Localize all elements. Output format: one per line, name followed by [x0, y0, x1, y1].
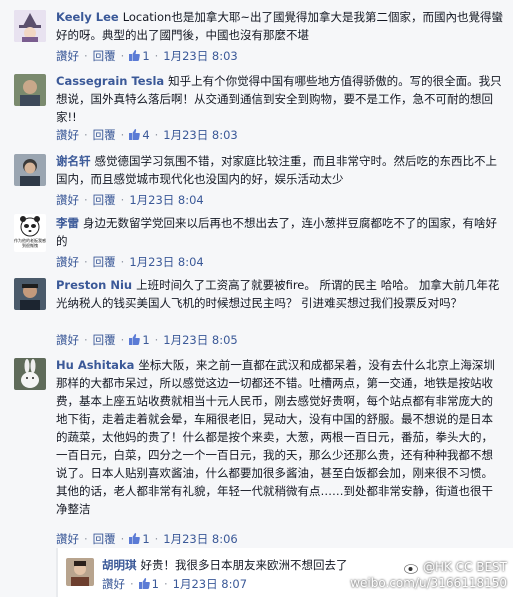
- comment-author[interactable]: Cassegrain Tesla: [56, 74, 164, 88]
- comment-item: Hu Ashitaka 坐标大阪，来之前一直都在武汉和成都呆着，没有去什么北京上海…: [0, 354, 513, 548]
- like-button[interactable]: 讚好: [102, 577, 125, 591]
- avatar[interactable]: [14, 278, 46, 310]
- like-count[interactable]: 1: [129, 333, 150, 347]
- comment-item: Cassegrain Tesla 知乎上有个你觉得中国有哪些地方值得骄傲的。写的很…: [0, 70, 513, 150]
- like-button[interactable]: 讚好: [56, 193, 79, 207]
- reply-timestamp[interactable]: 1月23日 8:07: [173, 577, 247, 591]
- avatar[interactable]: [14, 10, 46, 42]
- comment-author[interactable]: Hu Ashitaka: [56, 358, 134, 372]
- comment-meta: 讚好 · 回覆 · 1月23日 8:04: [56, 193, 204, 207]
- comment-timestamp[interactable]: 1月23日 8:04: [129, 193, 203, 207]
- person-photo-icon: [14, 154, 46, 186]
- comment-timestamp[interactable]: 1月23日 8:04: [129, 255, 203, 269]
- reply-author[interactable]: 胡明琪: [102, 558, 137, 572]
- reply-button[interactable]: 回覆: [93, 193, 116, 207]
- weibo-logo-icon: [404, 561, 420, 574]
- avatar[interactable]: [14, 358, 46, 390]
- comment-text: 感觉德国学习氛围不错，对家庭比较注重，而且非常守时。然后吃的东西比不上国内，而且…: [56, 154, 497, 186]
- watermark-url: weibo.com/u/3166118150: [350, 576, 507, 590]
- avatar[interactable]: [14, 154, 46, 186]
- comment-meta: 讚好 · 回覆 · 1 · 1月23日 8:06: [56, 532, 238, 546]
- person-photo-icon: [66, 558, 94, 586]
- comment-text: 坐标大阪，来之前一直都在武汉和成都呆着，没有去什么北京上海深圳那样的大都市呆过，…: [56, 358, 495, 516]
- comment-text: Location也是加拿大耶~出了國覺得加拿大是我第二個家，而國內也覺得蠻好的呀…: [56, 10, 503, 42]
- thumbs-up-icon: [129, 50, 141, 61]
- witch-avatar-icon: [14, 10, 46, 42]
- comment-item: Keely Lee Location也是加拿大耶~出了國覺得加拿大是我第二個家，而…: [0, 6, 513, 70]
- reply-button[interactable]: 回覆: [93, 128, 116, 142]
- thumbs-up-icon: [129, 533, 141, 544]
- reply-button[interactable]: 回覆: [93, 532, 116, 546]
- like-count[interactable]: 1: [129, 532, 150, 546]
- comment-author[interactable]: Preston Niu: [56, 278, 132, 292]
- comment-author[interactable]: 谢名轩: [56, 154, 91, 168]
- reply-meta: 讚好 · 1 · 1月23日 8:07: [102, 577, 248, 591]
- like-count[interactable]: 1: [138, 577, 159, 591]
- person-photo-icon: [14, 278, 46, 310]
- comment-author[interactable]: 李雷: [56, 216, 79, 230]
- rabbit-avatar-icon: [14, 358, 46, 390]
- avatar[interactable]: 作为他的老板我感到很惭愧: [14, 214, 46, 252]
- avatar[interactable]: [66, 558, 94, 586]
- comment-item: Preston Niu 上班时间久了工资高了就要被fire。 所谓的民主 哈哈。 …: [0, 274, 513, 354]
- comment-meta: 讚好 · 回覆 · 4 · 1月23日 8:03: [56, 128, 238, 142]
- like-button[interactable]: 讚好: [56, 532, 79, 546]
- watermark-handle: @HK CC BEST: [422, 560, 507, 574]
- reply-text: 好贵！我很多日本朋友来欧洲不想回去了: [140, 558, 348, 572]
- weibo-watermark: @HK CC BEST weibo.com/u/3166118150: [350, 559, 507, 591]
- comment-timestamp[interactable]: 1月23日 8:03: [163, 49, 237, 63]
- thumbs-up-icon: [129, 129, 141, 140]
- person-photo-icon: [14, 74, 46, 106]
- avatar-caption: 作为他的老板我感到很惭愧: [14, 238, 46, 248]
- reply-button[interactable]: 回覆: [93, 49, 116, 63]
- avatar[interactable]: [14, 74, 46, 106]
- like-button[interactable]: 讚好: [56, 255, 79, 269]
- comment-meta: 讚好 · 回覆 · 1 · 1月23日 8:05: [56, 333, 238, 347]
- like-button[interactable]: 讚好: [56, 128, 79, 142]
- comment-item: 谢名轩 感觉德国学习氛围不错，对家庭比较注重，而且非常守时。然后吃的东西比不上国内…: [0, 150, 513, 212]
- like-count[interactable]: 4: [129, 128, 150, 142]
- comment-item: 作为他的老板我感到很惭愧 李雷 身边无数留学党回来以后再也不想出去了，连小葱拌豆腐…: [0, 212, 513, 274]
- comment-text: 身边无数留学党回来以后再也不想出去了，连小葱拌豆腐都吃不了的国家，有啥好的: [56, 216, 497, 248]
- like-count[interactable]: 1: [129, 49, 150, 63]
- comment-timestamp[interactable]: 1月23日 8:03: [163, 128, 237, 142]
- thumbs-up-icon: [138, 578, 150, 589]
- comment-meta: 讚好 · 回覆 · 1 · 1月23日 8:03: [56, 49, 238, 63]
- reply-button[interactable]: 回覆: [93, 255, 116, 269]
- comment-feed: Keely Lee Location也是加拿大耶~出了國覺得加拿大是我第二個家，而…: [0, 0, 513, 597]
- comment-timestamp[interactable]: 1月23日 8:06: [163, 532, 237, 546]
- like-button[interactable]: 讚好: [56, 49, 79, 63]
- like-button[interactable]: 讚好: [56, 333, 79, 347]
- comment-timestamp[interactable]: 1月23日 8:05: [163, 333, 237, 347]
- thumbs-up-icon: [129, 334, 141, 345]
- comment-author[interactable]: Keely Lee: [56, 10, 119, 24]
- comment-meta: 讚好 · 回覆 · 1月23日 8:04: [56, 255, 204, 269]
- reply-button[interactable]: 回覆: [93, 333, 116, 347]
